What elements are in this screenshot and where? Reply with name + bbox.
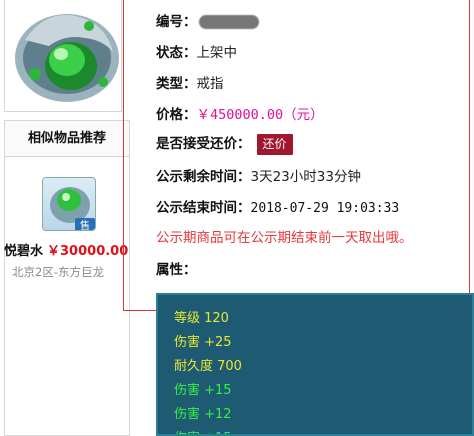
remaining-time-field: 公示剩余时间：3天23小时33分钟 xyxy=(156,165,361,185)
similar-items-title: 相似物品推荐 xyxy=(5,121,129,157)
id-field: 编号： xyxy=(156,10,259,30)
attributes-label: 属性： xyxy=(156,262,197,278)
notice-text: 公示期商品可在公示期结束前一天取出哦。 xyxy=(156,230,413,246)
attr-line: 伤害 +12 xyxy=(174,407,232,422)
type-label: 类型： xyxy=(156,76,197,92)
sale-badge: 售 xyxy=(80,219,90,231)
attributes-field: 属性： xyxy=(156,258,197,278)
similar-item-thumbnail[interactable]: 售 xyxy=(42,177,96,231)
status-label: 状态： xyxy=(156,45,197,61)
end-time-label: 公示结束时间： xyxy=(156,200,251,216)
similar-item-server: 北京2区-东方巨龙 xyxy=(12,265,104,279)
attr-line: 等级 120 xyxy=(174,311,229,326)
left-column: 相似物品推荐 售 悦碧水 ￥30000.00 北京2区-东方巨龙 xyxy=(0,0,138,436)
remaining-time-label: 公示剩余时间： xyxy=(156,169,251,185)
attributes-panel: 等级 120 伤害 +25 耐久度 700 伤害 +15 伤害 +12 伤害 +… xyxy=(156,293,474,436)
attr-line: 伤害 +15 xyxy=(174,383,232,398)
jade-ring-icon xyxy=(15,14,119,102)
id-value-redacted xyxy=(198,15,259,29)
similar-item-price: ￥30000.00 xyxy=(47,244,129,259)
counter-offer-label: 是否接受还价： xyxy=(156,136,251,152)
item-image xyxy=(4,0,122,112)
remaining-time-value: 3天23小时33分钟 xyxy=(250,169,361,185)
type-field: 类型：戒指 xyxy=(156,72,224,92)
attr-line: 伤害 +25 xyxy=(174,335,232,350)
counter-offer-button[interactable]: 还价 xyxy=(256,133,293,155)
similar-item-name[interactable]: 悦碧水 xyxy=(4,244,43,259)
price-field: 价格：￥450000.00（元） xyxy=(156,103,324,123)
jade-ring-thumb-icon: 售 xyxy=(50,187,95,231)
attr-line: 耐久度 700 xyxy=(174,359,242,374)
end-time-field: 公示结束时间：2018-07-29 19:03:33 xyxy=(156,196,399,216)
type-value: 戒指 xyxy=(196,76,224,92)
attr-line: 伤害 +15 xyxy=(174,427,232,434)
end-time-value: 2018-07-29 19:03:33 xyxy=(250,201,400,216)
status-field: 状态：上架中 xyxy=(156,41,237,61)
similar-item-row[interactable]: 悦碧水 ￥30000.00 xyxy=(4,240,128,259)
id-label: 编号： xyxy=(156,14,197,30)
price-label: 价格： xyxy=(156,107,197,123)
price-value: ￥450000.00（元） xyxy=(196,107,324,123)
counter-offer-field: 是否接受还价： 还价 xyxy=(156,132,293,155)
status-value: 上架中 xyxy=(196,45,238,61)
